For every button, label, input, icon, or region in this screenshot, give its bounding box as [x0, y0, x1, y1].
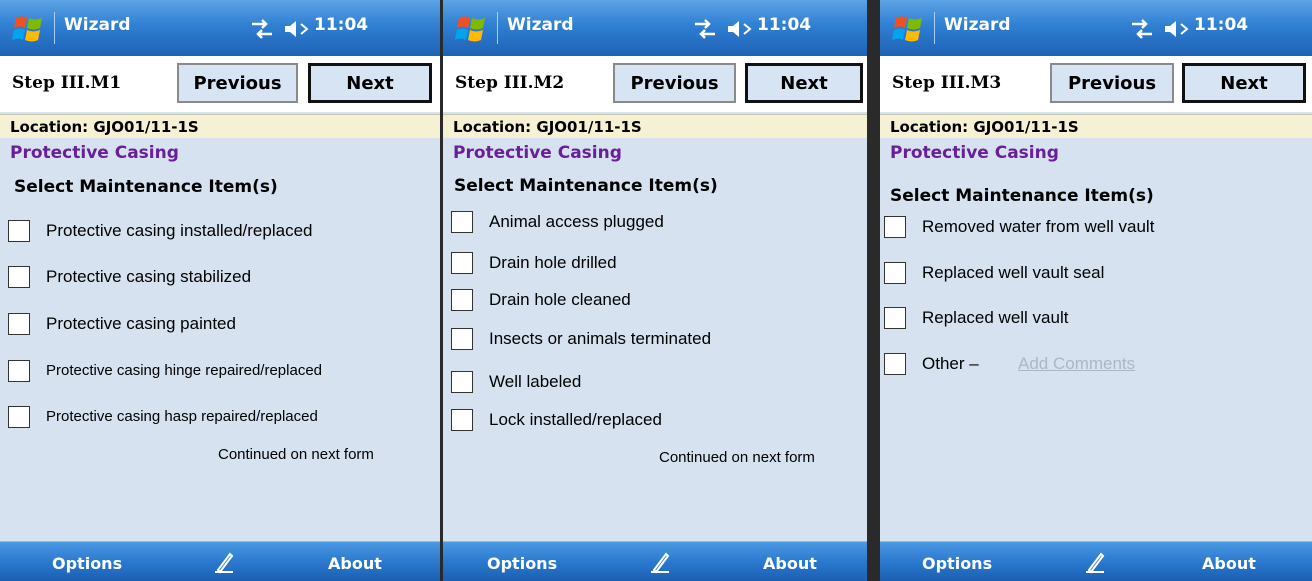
soft-key-bar: Options About: [880, 541, 1312, 581]
soft-key-bar: Options About: [443, 541, 867, 581]
step-label: Step III.M3: [892, 73, 1002, 93]
item-label: Replaced well vault: [922, 308, 1069, 327]
item-label: Animal access plugged: [489, 212, 664, 231]
previous-button[interactable]: Previous: [177, 63, 298, 103]
section-title: Protective Casing: [453, 143, 622, 163]
item-label: Drain hole drilled: [489, 253, 617, 272]
item-checkbox[interactable]: [8, 313, 30, 335]
location-bar: Location: GJO01/11-1S: [880, 114, 1312, 138]
item-label: Drain hole cleaned: [489, 290, 631, 309]
item-checkbox[interactable]: [8, 220, 30, 242]
item-checkbox[interactable]: [451, 371, 473, 393]
title-bar: Wizard 11:04: [0, 0, 440, 56]
continued-note: Continued on next form: [218, 446, 374, 463]
pen-input-icon[interactable]: [648, 550, 672, 574]
section-title: Protective Casing: [10, 143, 179, 163]
options-softkey[interactable]: Options: [487, 554, 557, 573]
item-checkbox[interactable]: [451, 409, 473, 431]
location-bar: Location: GJO01/11-1S: [443, 114, 867, 138]
screens-container: Wizard 11:04 Step III.M1 Previous Next L…: [0, 0, 1312, 581]
item-checkbox[interactable]: [451, 289, 473, 311]
item-checkbox[interactable]: [451, 211, 473, 233]
speaker-off-icon[interactable]: [1163, 17, 1191, 41]
pen-input-icon[interactable]: [212, 550, 236, 574]
wizard-screen-m2: Wizard 11:04 Step III.M2 Previous Next L…: [443, 0, 867, 581]
previous-button[interactable]: Previous: [1050, 63, 1174, 103]
item-label: Insects or animals terminated: [489, 329, 712, 348]
step-label: Step III.M1: [12, 73, 122, 93]
step-header: Step III.M1 Previous Next: [0, 56, 440, 112]
item-checkbox[interactable]: [884, 262, 906, 284]
location-bar: Location: GJO01/11-1S: [0, 114, 440, 138]
item-checkbox[interactable]: [8, 266, 30, 288]
item-checkbox[interactable]: [451, 252, 473, 274]
app-title: Wizard: [64, 15, 131, 35]
item-label: Protective casing installed/replaced: [46, 221, 313, 240]
windows-flag-icon[interactable]: [12, 14, 46, 44]
app-title: Wizard: [944, 15, 1011, 35]
select-heading: Select Maintenance Item(s): [890, 186, 1154, 206]
item-checkbox[interactable]: [451, 328, 473, 350]
item-label: Other –: [922, 354, 979, 373]
item-checkbox[interactable]: [8, 360, 30, 382]
item-label: Replaced well vault seal: [922, 263, 1105, 282]
step-header: Step III.M3 Previous Next: [880, 56, 1312, 112]
options-softkey[interactable]: Options: [52, 554, 122, 573]
windows-flag-icon[interactable]: [892, 14, 926, 44]
item-label: Removed water from well vault: [922, 217, 1155, 236]
select-heading: Select Maintenance Item(s): [14, 177, 278, 197]
next-button[interactable]: Next: [745, 63, 863, 103]
item-label: Protective casing stabilized: [46, 267, 252, 286]
wizard-screen-m1: Wizard 11:04 Step III.M1 Previous Next L…: [0, 0, 440, 581]
continued-note: Continued on next form: [659, 449, 815, 466]
previous-button[interactable]: Previous: [613, 63, 736, 103]
item-label: Well labeled: [489, 372, 582, 391]
title-bar: Wizard 11:04: [443, 0, 867, 56]
pen-input-icon[interactable]: [1083, 550, 1107, 574]
item-label: Protective casing hasp repaired/replaced: [46, 408, 318, 425]
item-checkbox[interactable]: [8, 406, 30, 428]
wizard-screen-m3: Wizard 11:04 Step III.M3 Previous Next L…: [880, 0, 1312, 581]
add-comments-link[interactable]: Add Comments: [1018, 354, 1135, 374]
item-checkbox[interactable]: [884, 307, 906, 329]
about-softkey[interactable]: About: [1202, 554, 1256, 573]
soft-key-bar: Options About: [0, 541, 440, 581]
item-label: Lock installed/replaced: [489, 410, 662, 429]
connectivity-arrows-icon[interactable]: [1130, 18, 1154, 40]
select-heading: Select Maintenance Item(s): [454, 176, 718, 196]
item-label: Protective casing hinge repaired/replace…: [46, 362, 322, 379]
app-title: Wizard: [507, 15, 574, 35]
title-separator: [934, 12, 935, 44]
item-label: Protective casing painted: [46, 314, 236, 333]
clock-time[interactable]: 11:04: [314, 15, 368, 35]
options-softkey[interactable]: Options: [922, 554, 992, 573]
item-checkbox[interactable]: [884, 216, 906, 238]
item-checkbox[interactable]: [884, 353, 906, 375]
next-button[interactable]: Next: [1182, 63, 1306, 103]
clock-time[interactable]: 11:04: [757, 15, 811, 35]
connectivity-arrows-icon[interactable]: [693, 18, 717, 40]
windows-flag-icon[interactable]: [455, 14, 489, 44]
connectivity-arrows-icon[interactable]: [250, 18, 274, 40]
title-separator: [497, 12, 498, 44]
title-bar: Wizard 11:04: [880, 0, 1312, 56]
clock-time[interactable]: 11:04: [1194, 15, 1248, 35]
speaker-off-icon[interactable]: [283, 17, 311, 41]
step-label: Step III.M2: [455, 73, 565, 93]
about-softkey[interactable]: About: [328, 554, 382, 573]
title-separator: [54, 12, 55, 44]
section-title: Protective Casing: [890, 143, 1059, 163]
next-button[interactable]: Next: [308, 63, 432, 103]
speaker-off-icon[interactable]: [726, 17, 754, 41]
about-softkey[interactable]: About: [763, 554, 817, 573]
step-header: Step III.M2 Previous Next: [443, 56, 867, 112]
